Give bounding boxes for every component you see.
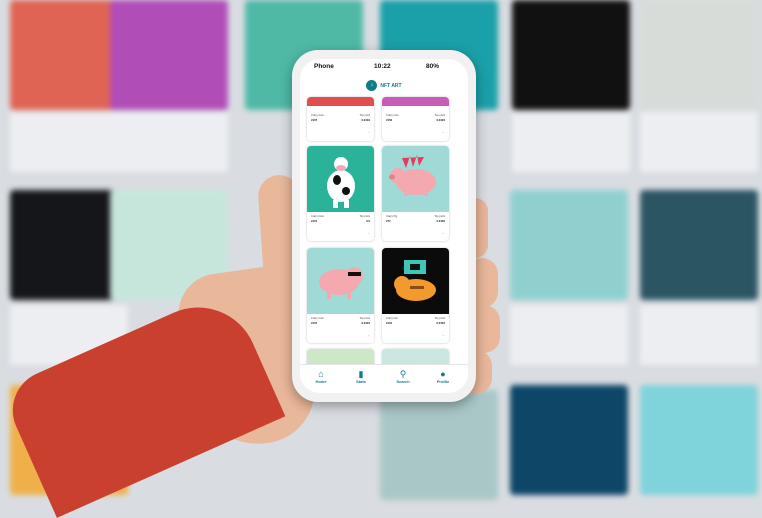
cow-illustration bbox=[327, 157, 355, 208]
bid-value: 0.5 bbox=[366, 219, 370, 223]
nav-label: Search bbox=[396, 379, 410, 384]
arrow-right-icon: → bbox=[366, 129, 370, 134]
nft-name: Crazy Cow bbox=[311, 215, 324, 218]
bg-tile bbox=[510, 190, 628, 300]
bg-tile bbox=[510, 385, 628, 495]
nav-profile[interactable]: ● Profile bbox=[428, 369, 458, 384]
cat-illustration bbox=[394, 260, 436, 301]
nft-artwork-cow bbox=[307, 146, 374, 212]
nft-artwork-cat bbox=[382, 248, 449, 314]
arrow-right-icon: → bbox=[441, 230, 445, 235]
nft-card[interactable]: Crazy Cow #107 Top point 0.0404 → bbox=[307, 248, 374, 343]
nft-card[interactable]: Crazy Cow #101 Top point 0.5 → bbox=[307, 146, 374, 241]
bid-value: 0.0404 bbox=[436, 118, 445, 122]
nav-home[interactable]: ⌂ Home bbox=[306, 369, 336, 384]
nav-stats[interactable]: ▮ Stats bbox=[346, 369, 376, 384]
nft-name: Crazy Cow bbox=[311, 317, 324, 320]
arrow-right-icon: → bbox=[366, 230, 370, 235]
bg-tile bbox=[640, 190, 758, 300]
app-title: NFT ART bbox=[380, 82, 402, 89]
bg-caption bbox=[640, 305, 758, 365]
nft-name: Crazy Cow bbox=[386, 114, 399, 117]
nft-card[interactable]: Crazy Cow #150 Top point 0.0404 → bbox=[382, 97, 449, 141]
bg-caption bbox=[110, 112, 228, 172]
bid-label: Top point bbox=[434, 215, 445, 218]
profile-icon: ● bbox=[440, 369, 446, 379]
arrow-right-icon: → bbox=[366, 332, 370, 337]
bg-caption bbox=[640, 112, 758, 172]
nav-label: Profile bbox=[436, 379, 450, 384]
pig-illustration bbox=[389, 155, 436, 196]
nft-id: #150 bbox=[386, 118, 393, 122]
nft-artwork bbox=[307, 97, 374, 106]
stats-icon: ▮ bbox=[358, 369, 364, 379]
nft-artwork-pig bbox=[382, 146, 449, 212]
nft-name: Crazy Cow bbox=[311, 114, 324, 117]
bid-value: 0.0404 bbox=[361, 321, 370, 325]
nft-artwork bbox=[382, 97, 449, 106]
pig-sunglasses-illustration bbox=[319, 267, 363, 299]
bid-label: Top point bbox=[359, 215, 370, 218]
nft-card[interactable]: Crazy Pig #77 Top point 0.0404 → bbox=[382, 146, 449, 241]
nav-label: Stats bbox=[356, 379, 366, 384]
clock: 10:22 bbox=[374, 63, 391, 70]
bg-caption bbox=[512, 112, 630, 172]
nft-id: #101 bbox=[311, 219, 318, 223]
nav-label: Home bbox=[315, 379, 327, 384]
carrier-label: Phone bbox=[314, 63, 334, 70]
arrow-right-icon: → bbox=[441, 332, 445, 337]
nft-id: #77 bbox=[386, 219, 391, 223]
nft-id: #101 bbox=[386, 321, 393, 325]
bg-tile bbox=[512, 0, 630, 110]
bid-label: Top point bbox=[359, 317, 370, 320]
bg-tile bbox=[640, 385, 758, 495]
bg-tile bbox=[110, 0, 228, 110]
bg-caption bbox=[510, 305, 628, 365]
phone: Phone 10:22 80% ↓ NFT ART Crazy Cow #107 … bbox=[292, 50, 476, 402]
app-header: ↓ NFT ART bbox=[300, 80, 468, 91]
bg-tile bbox=[640, 0, 758, 110]
battery-level: 80% bbox=[426, 63, 440, 70]
phone-screen: Phone 10:22 80% ↓ NFT ART Crazy Cow #107 … bbox=[300, 59, 468, 393]
logo-icon: ↓ bbox=[366, 80, 378, 91]
nft-card[interactable]: Crazy Cow #107 Top point 0.0404 → bbox=[307, 97, 374, 141]
search-icon: ⚲ bbox=[399, 369, 407, 379]
arrow-right-icon: → bbox=[441, 129, 445, 134]
bg-tile bbox=[380, 390, 498, 500]
nft-name: Crazy Pig bbox=[386, 215, 398, 218]
bid-value: 0.0404 bbox=[361, 118, 370, 122]
nft-name: Crazy Cat bbox=[386, 317, 398, 320]
bid-value: 0.0404 bbox=[436, 321, 445, 325]
bid-label: Top point bbox=[434, 317, 445, 320]
nft-artwork-pig-sunglasses bbox=[307, 248, 374, 314]
bid-value: 0.0404 bbox=[436, 219, 445, 223]
nft-id: #107 bbox=[311, 321, 318, 325]
bid-label: Top point bbox=[434, 114, 445, 117]
nft-card[interactable]: Crazy Cat #101 Top point 0.0404 → bbox=[382, 248, 449, 343]
home-icon: ⌂ bbox=[318, 369, 324, 379]
bottom-nav: ⌂ Home ▮ Stats ⚲ Search ● Profile bbox=[300, 364, 468, 393]
nft-id: #107 bbox=[311, 118, 318, 122]
nav-search[interactable]: ⚲ Search bbox=[388, 369, 418, 384]
bid-label: Top point bbox=[359, 114, 370, 117]
